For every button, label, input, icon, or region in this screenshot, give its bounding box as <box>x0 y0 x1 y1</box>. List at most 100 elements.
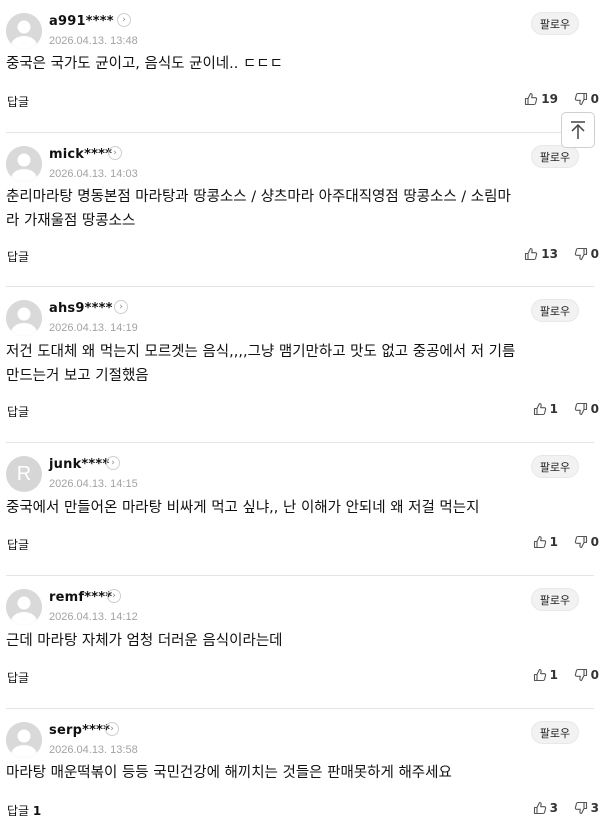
like-button[interactable]: 1 <box>533 402 558 416</box>
like-count: 3 <box>549 801 558 815</box>
thumbs-up-icon <box>533 402 547 416</box>
like-button[interactable]: 1 <box>533 668 558 682</box>
thumbs-down-icon <box>574 92 588 106</box>
comment-text: 중국에서 만들어온 마라탕 비싸게 먹고 싶냐,, 난 이해가 안되네 왜 저걸… <box>6 500 480 516</box>
like-count: 19 <box>541 92 558 106</box>
comment-text: 마라탕 매운떡볶이 등등 국민건강에 해끼치는 것들은 판매못하게 해주세요 <box>6 765 452 781</box>
comment-date: 2026.04.13. 14:03 <box>49 168 138 180</box>
avatar[interactable] <box>6 300 42 336</box>
thumbs-down-icon <box>574 247 588 261</box>
comment-date: 2026.04.13. 13:58 <box>49 744 138 756</box>
reply-button[interactable]: 답글 <box>7 536 29 553</box>
profile-chevron-button[interactable]: › <box>108 146 122 160</box>
dislike-count: 0 <box>590 402 599 416</box>
dislike-count: 0 <box>590 668 599 682</box>
like-count: 1 <box>549 535 558 549</box>
username[interactable]: remf**** <box>49 590 112 605</box>
thumbs-down-icon <box>574 535 588 549</box>
profile-chevron-button[interactable]: › <box>114 300 128 314</box>
reply-button[interactable]: 답글 <box>7 403 29 420</box>
default-profile-icon <box>6 13 42 49</box>
avatar[interactable] <box>6 722 42 758</box>
chevron-right-icon: › <box>111 457 115 468</box>
profile-chevron-button[interactable]: › <box>106 456 120 470</box>
username[interactable]: mick**** <box>49 147 112 162</box>
default-profile-icon <box>6 722 42 758</box>
like-button[interactable]: 19 <box>524 92 558 106</box>
thumbs-up-icon <box>533 801 547 815</box>
reply-label: 답글 <box>7 538 30 552</box>
reply-button[interactable]: 답글 <box>7 669 29 686</box>
like-count: 1 <box>549 668 558 682</box>
comment-date: 2026.04.13. 14:19 <box>49 322 138 334</box>
thumbs-up-icon <box>533 535 547 549</box>
profile-chevron-button[interactable]: › <box>105 722 119 736</box>
dislike-count: 3 <box>590 801 599 815</box>
default-profile-icon <box>6 300 42 336</box>
default-profile-icon <box>6 146 42 182</box>
reply-label: 답글 <box>7 250 30 264</box>
scroll-to-top-button[interactable] <box>561 112 595 148</box>
dislike-count: 0 <box>590 535 599 549</box>
chevron-right-icon: › <box>110 723 114 734</box>
like-button[interactable]: 3 <box>533 801 558 815</box>
username[interactable]: junk**** <box>49 457 109 472</box>
dislike-button[interactable]: 0 <box>574 247 599 261</box>
profile-chevron-button[interactable]: › <box>107 589 121 603</box>
username[interactable]: serp**** <box>49 723 110 738</box>
comment-item: ahs9**** › 2026.04.13. 14:19 팔로우저건 도대체 왜 먹는… <box>0 287 600 443</box>
follow-button[interactable]: 팔로우 <box>531 588 579 611</box>
reply-label: 답글 <box>7 405 30 419</box>
comment-text: 춘리마라탕 명동본점 마라탕과 땅콩소스 / 샹츠마라 아주대직영점 땅콩소스 … <box>6 189 511 229</box>
username[interactable]: a991**** <box>49 14 114 29</box>
reply-label: 답글 <box>7 804 30 818</box>
like-count: 1 <box>549 402 558 416</box>
follow-button[interactable]: 팔로우 <box>531 455 579 478</box>
like-button[interactable]: 1 <box>533 535 558 549</box>
comment-text: 근데 마라탕 자체가 엄청 더러운 음식이라는데 <box>6 633 283 649</box>
avatar[interactable] <box>6 589 42 625</box>
comment-text: 중국은 국가도 균이고, 음식도 균이네.. ㄷㄷㄷ <box>6 56 283 72</box>
dislike-button[interactable]: 3 <box>574 801 599 815</box>
dislike-button[interactable]: 0 <box>574 668 599 682</box>
reply-label: 답글 <box>7 671 30 685</box>
avatar[interactable] <box>6 146 42 182</box>
profile-chevron-button[interactable]: › <box>117 13 131 27</box>
comment-date: 2026.04.13. 14:15 <box>49 478 138 490</box>
reply-button[interactable]: 답글 <box>7 248 29 265</box>
comment-item: a991**** › 2026.04.13. 13:48 팔로우중국은 국가도 균이고… <box>0 0 600 133</box>
chevron-right-icon: › <box>112 590 116 601</box>
thumbs-up-icon <box>524 247 538 261</box>
comment-item: remf**** › 2026.04.13. 14:12 팔로우 근데 마라탕 자체가 … <box>0 576 600 709</box>
thumbs-down-icon <box>574 668 588 682</box>
thumbs-up-icon <box>524 92 538 106</box>
avatar-letter: R <box>16 462 32 485</box>
thumbs-down-icon <box>574 801 588 815</box>
like-button[interactable]: 13 <box>524 247 558 261</box>
comment-text: 저건 도대체 왜 먹는지 모르겟는 음식,,,,그냥 맴기만하고 맛도 없고 중… <box>6 344 516 384</box>
thumbs-down-icon <box>574 402 588 416</box>
reply-label: 답글 <box>7 95 30 109</box>
avatar[interactable]: R <box>6 456 42 492</box>
follow-button[interactable]: 팔로우 <box>531 12 579 35</box>
dislike-button[interactable]: 0 <box>574 402 599 416</box>
reply-button[interactable]: 답글 <box>7 93 29 110</box>
chevron-right-icon: › <box>113 147 117 158</box>
reply-button[interactable]: 답글 1 <box>7 802 41 819</box>
reply-count: 1 <box>32 804 42 818</box>
follow-button[interactable]: 팔로우 <box>531 145 579 168</box>
comment-date: 2026.04.13. 13:48 <box>49 35 138 47</box>
username[interactable]: ahs9**** <box>49 301 113 316</box>
avatar[interactable] <box>6 13 42 49</box>
comment-item: Rjunk**** › 2026.04.13. 14:15 팔로우중국에서 만들어온 … <box>0 443 600 576</box>
dislike-button[interactable]: 0 <box>574 92 599 106</box>
like-count: 13 <box>541 247 558 261</box>
dislike-button[interactable]: 0 <box>574 535 599 549</box>
dislike-count: 0 <box>590 247 599 261</box>
arrow-up-to-top-icon <box>571 121 585 139</box>
comment-item: mick**** › 2026.04.13. 14:03 팔로우춘리마라탕 명동본점 … <box>0 133 600 287</box>
dislike-count: 0 <box>590 92 599 106</box>
comment-item: serp**** › 2026.04.13. 13:58 팔로우마라탕 매운떡볶이 등… <box>0 709 600 837</box>
follow-button[interactable]: 팔로우 <box>531 299 579 322</box>
follow-button[interactable]: 팔로우 <box>531 721 579 744</box>
